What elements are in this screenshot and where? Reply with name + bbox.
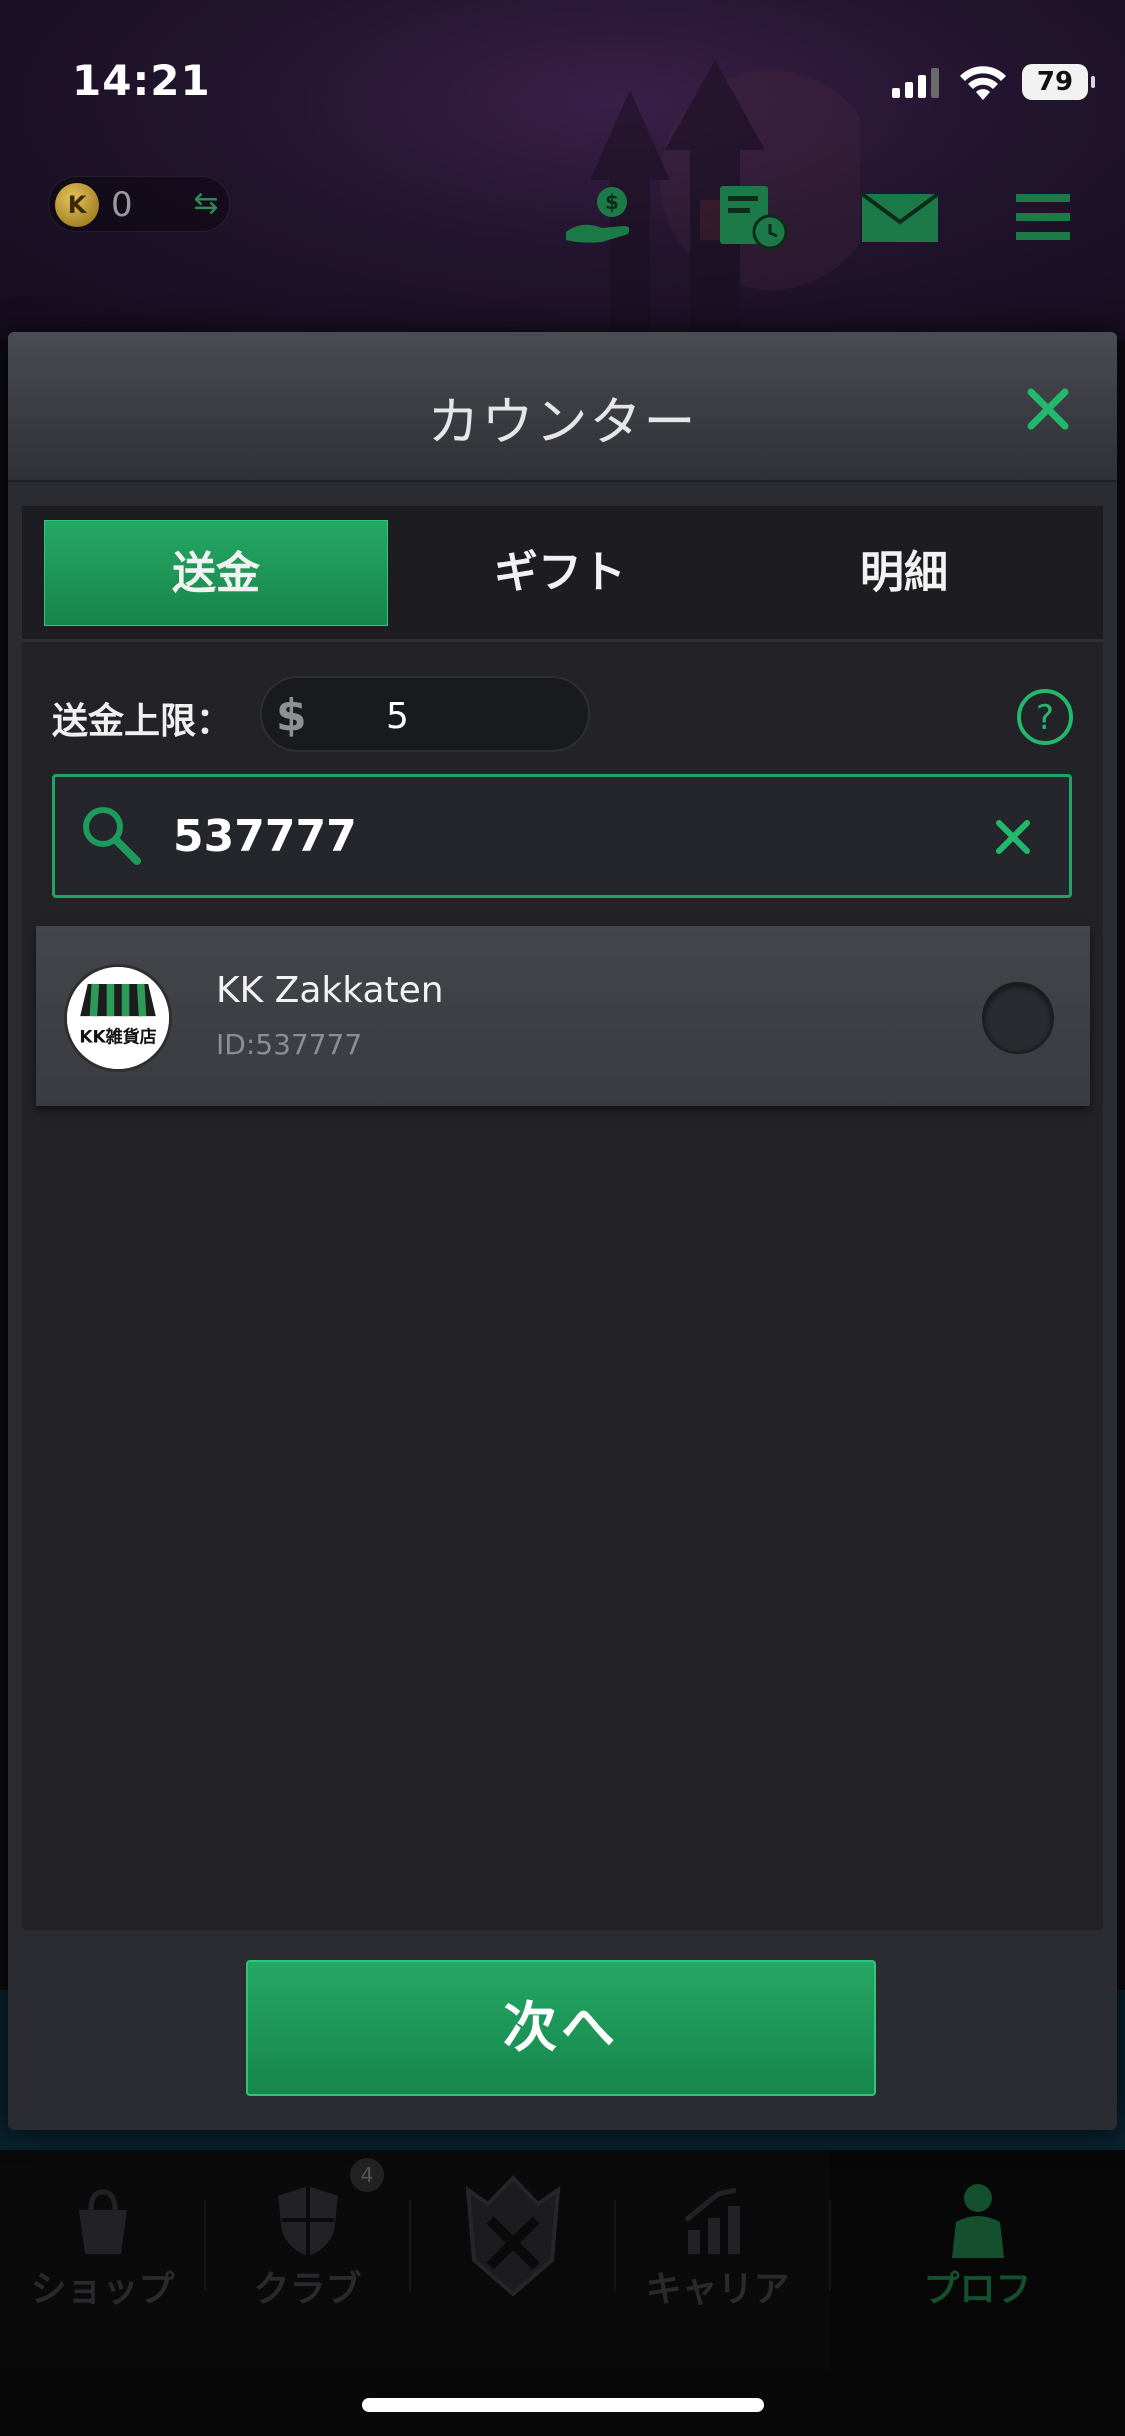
clear-search-icon[interactable]	[991, 815, 1035, 859]
nav-divider	[204, 2200, 206, 2290]
nav-label-shop: ショップ	[30, 2269, 175, 2310]
exchange-arrows-icon[interactable]: ⇆	[189, 187, 223, 221]
cellular-signal-icon	[892, 68, 939, 98]
battery-indicator: 79	[1022, 64, 1095, 100]
tab-gift[interactable]: ギフト	[388, 520, 732, 626]
coin-balance: 0	[111, 185, 133, 225]
nav-divider	[409, 2200, 411, 2290]
avatar-text: KK雑貨店	[79, 1027, 156, 1048]
svg-text:$: $	[605, 190, 619, 214]
avatar: KK雑貨店	[64, 964, 172, 1072]
help-icon[interactable]: ?	[1016, 688, 1074, 746]
svg-text:?: ?	[1036, 698, 1054, 738]
modal-header: カウンター	[8, 332, 1117, 482]
transfer-limit-label: 送金上限：	[52, 701, 233, 742]
tab-transfer[interactable]: 送金	[44, 520, 388, 626]
search-result-row[interactable]: KK雑貨店 KK Zakkaten ID:537777	[36, 926, 1090, 1106]
nav-label-club: クラブ	[253, 2269, 362, 2310]
result-name: KK Zakkaten	[216, 970, 444, 1011]
counter-panel: 送金 ギフト 明細 送金上限： $ 5 ? 537777 KK雑貨店 KK Za…	[22, 506, 1103, 1930]
shop-awning-icon: KK雑貨店	[67, 967, 169, 1069]
nav-divider	[829, 2200, 831, 2290]
profile-person-icon	[951, 2184, 1004, 2258]
hand-money-icon[interactable]: $	[562, 182, 642, 252]
search-box[interactable]	[52, 774, 1072, 898]
club-badge: 4	[350, 2158, 384, 2192]
transfer-limit-display: $ 5	[260, 676, 590, 752]
kk-emblem-icon	[465, 2175, 560, 2297]
next-button[interactable]: 次へ	[246, 1960, 876, 2096]
status-bar: 14:21 79	[0, 0, 1125, 150]
career-chart-icon	[683, 2187, 740, 2254]
k-coin-icon: K	[55, 183, 99, 227]
club-shield-icon	[277, 2186, 338, 2256]
transfer-limit-value: 5	[386, 696, 409, 737]
coin-balance-pill[interactable]: K 0 ⇆	[48, 176, 230, 232]
tab-details[interactable]: 明細	[732, 520, 1076, 626]
result-id: ID:537777	[216, 1028, 363, 1061]
select-radio[interactable]	[982, 982, 1054, 1054]
modal-title: カウンター	[427, 393, 698, 453]
counter-modal: カウンター 送金 ギフト 明細 送金上限： $ 5 ? 537777 KK雑貨店…	[8, 332, 1117, 2130]
nav-item-shop[interactable]: ショップ	[0, 2150, 205, 2370]
close-icon[interactable]	[1023, 384, 1073, 434]
search-icon	[83, 807, 141, 865]
shopping-bag-icon	[78, 2189, 127, 2254]
nav-label-profile: プロフ	[923, 2269, 1032, 2310]
wifi-icon	[960, 66, 1006, 100]
menu-icon[interactable]	[1010, 182, 1074, 252]
nav-item-home[interactable]	[410, 2150, 615, 2370]
search-input[interactable]	[173, 811, 933, 862]
nav-item-career[interactable]: キャリア	[615, 2150, 820, 2370]
nav-divider	[614, 2200, 616, 2290]
mail-icon[interactable]	[860, 182, 940, 252]
home-indicator[interactable]	[362, 2398, 764, 2412]
dollar-icon: $	[276, 690, 307, 741]
bottom-nav: ショップ クラブ キャリア プロフ	[0, 2150, 1125, 2370]
tab-bar: 送金 ギフト 明細	[22, 506, 1103, 642]
nav-label-career: キャリア	[645, 2269, 790, 2310]
history-clock-icon[interactable]	[714, 182, 794, 252]
status-time: 14:21	[72, 56, 211, 105]
nav-item-profile[interactable]: プロフ	[830, 2150, 1125, 2370]
